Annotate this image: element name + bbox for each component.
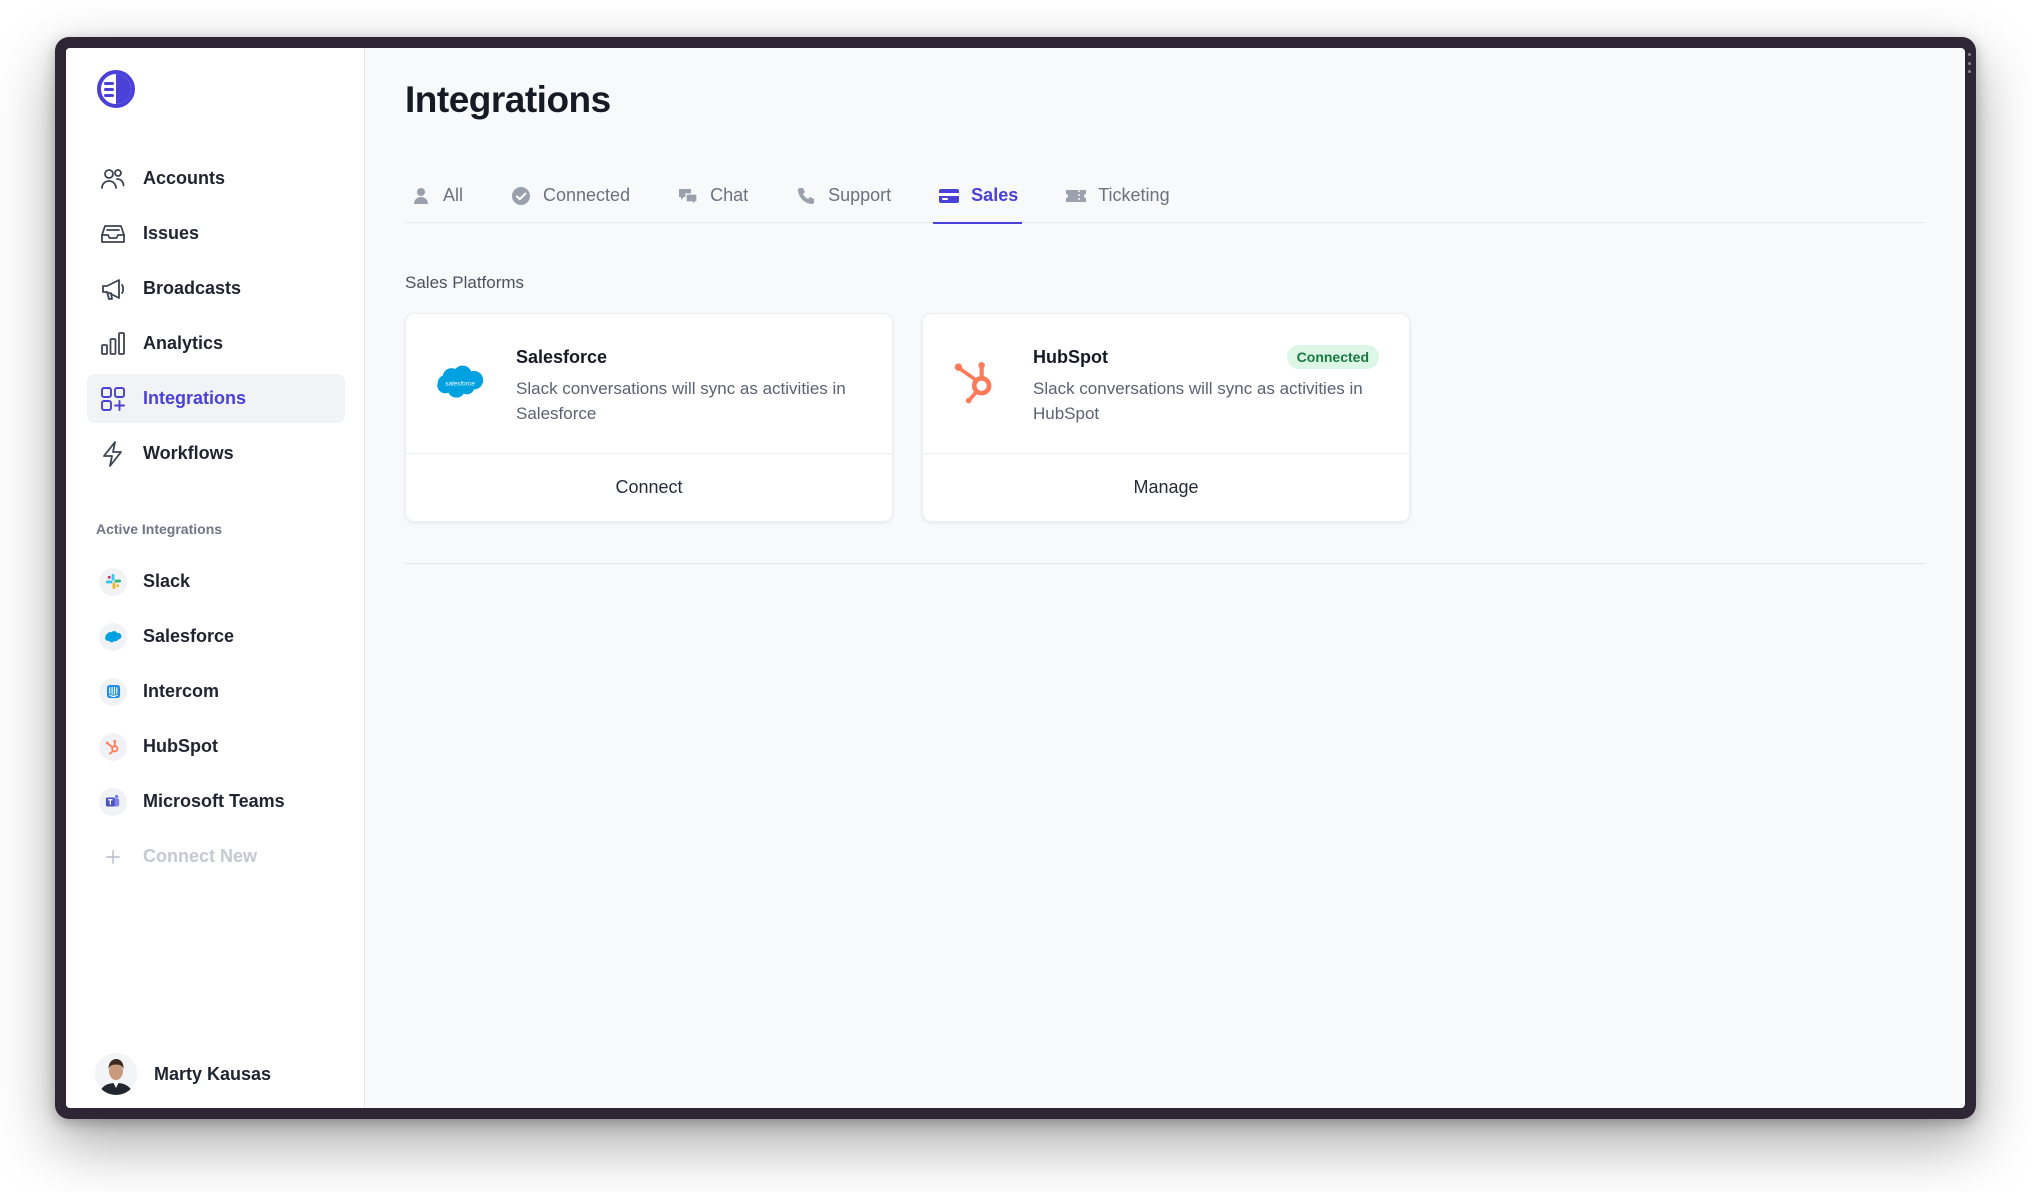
sidebar-item-label: Integrations <box>143 388 247 408</box>
user-profile[interactable]: Marty Kausas <box>95 1053 271 1095</box>
integration-label: Salesforce <box>143 626 235 646</box>
ticket-icon <box>1064 184 1088 208</box>
sidebar-item-label: Workflows <box>143 443 234 463</box>
window-resize-grip[interactable] <box>1968 53 1972 73</box>
salesforce-icon <box>99 622 127 651</box>
tab-ticketing[interactable]: Ticketing <box>1060 168 1173 223</box>
check-circle-icon <box>509 184 533 208</box>
sidebar-integration-intercom[interactable]: Intercom <box>87 664 345 719</box>
integration-label: Intercom <box>143 681 220 701</box>
active-integrations-heading: Active Integrations <box>96 521 223 537</box>
sidebar-nav: Accounts Issues Broadcasts Analytics Int… <box>87 154 345 484</box>
lightning-icon <box>99 440 127 468</box>
card-description: Slack conversations will sync as activit… <box>1033 379 1363 423</box>
sidebar-item-analytics[interactable]: Analytics <box>87 319 345 368</box>
tab-label: Sales <box>971 185 1019 205</box>
sidebar: Accounts Issues Broadcasts Analytics Int… <box>66 48 365 1108</box>
tab-chat[interactable]: Chat <box>672 168 752 223</box>
connect-button[interactable]: Connect <box>406 454 892 521</box>
svg-text:salesforce: salesforce <box>445 381 475 388</box>
sidebar-item-broadcasts[interactable]: Broadcasts <box>87 264 345 313</box>
sidebar-item-integrations[interactable]: Integrations <box>87 374 345 423</box>
page-title: Integrations <box>405 79 611 120</box>
tab-connected[interactable]: Connected <box>505 168 634 223</box>
status-badge: Connected <box>1286 345 1379 369</box>
integration-label: Slack <box>143 571 191 591</box>
salesforce-logo-icon: salesforce <box>434 356 486 408</box>
tab-label: All <box>443 185 464 205</box>
tab-sales[interactable]: Sales <box>933 168 1023 224</box>
teams-icon <box>99 787 127 816</box>
credit-card-icon <box>937 184 961 208</box>
tab-support[interactable]: Support <box>790 168 895 223</box>
user-name: Marty Kausas <box>154 1063 272 1084</box>
sidebar-integration-salesforce[interactable]: Salesforce <box>87 609 345 664</box>
intercom-icon <box>99 677 127 706</box>
person-icon <box>409 184 433 208</box>
main-content: Integrations All Connected Chat Support … <box>365 48 1965 1108</box>
sidebar-item-accounts[interactable]: Accounts <box>87 154 345 203</box>
card-title: Salesforce <box>516 347 608 367</box>
grid-plus-icon <box>99 385 127 413</box>
inbox-icon <box>99 220 127 248</box>
tab-label: Chat <box>710 185 749 205</box>
bar-chart-icon <box>99 330 127 358</box>
app-window: Accounts Issues Broadcasts Analytics Int… <box>55 37 1976 1119</box>
plus-icon <box>99 843 127 871</box>
sidebar-item-label: Issues <box>143 223 200 243</box>
sidebar-integration-slack[interactable]: Slack <box>87 554 345 609</box>
card-body: HubSpot Connected Slack conversations wi… <box>923 314 1409 454</box>
users-icon <box>99 165 127 193</box>
tab-bar: All Connected Chat Support Sales Ticketi… <box>405 168 1925 224</box>
card-description: Slack conversations will sync as activit… <box>516 379 846 423</box>
integration-cards: salesforce Salesforce Slack conversation… <box>405 313 1439 522</box>
integration-label: Microsoft Teams <box>143 791 285 811</box>
sidebar-item-workflows[interactable]: Workflows <box>87 429 345 478</box>
tab-label: Connected <box>543 185 631 205</box>
connect-new-button[interactable]: Connect New <box>87 829 345 884</box>
logo-icon[interactable] <box>95 68 137 110</box>
connect-new-label: Connect New <box>143 846 258 866</box>
card-body: salesforce Salesforce Slack conversation… <box>406 314 892 454</box>
sidebar-item-label: Analytics <box>143 333 224 353</box>
sidebar-integration-hubspot[interactable]: HubSpot <box>87 719 345 774</box>
phone-icon <box>794 184 818 208</box>
sidebar-item-issues[interactable]: Issues <box>87 209 345 258</box>
card-title: HubSpot <box>1033 347 1108 367</box>
section-divider <box>405 563 1925 564</box>
active-integrations-list: Slack Salesforce Intercom HubSpot Micros… <box>87 554 345 884</box>
tab-label: Ticketing <box>1098 185 1170 205</box>
sidebar-item-label: Broadcasts <box>143 278 242 298</box>
tab-label: Support <box>828 185 892 205</box>
manage-button[interactable]: Manage <box>923 454 1409 521</box>
chat-bubbles-icon <box>676 184 700 208</box>
megaphone-icon <box>99 275 127 303</box>
integration-card-salesforce: salesforce Salesforce Slack conversation… <box>405 313 893 522</box>
avatar <box>95 1053 137 1095</box>
integration-label: HubSpot <box>143 736 218 756</box>
sidebar-integration-microsoft-teams[interactable]: Microsoft Teams <box>87 774 345 829</box>
hubspot-icon <box>99 732 127 761</box>
integration-card-hubspot: HubSpot Connected Slack conversations wi… <box>922 313 1410 522</box>
hubspot-logo-icon <box>951 356 1003 408</box>
section-heading: Sales Platforms <box>405 273 525 292</box>
tab-all[interactable]: All <box>405 168 467 223</box>
slack-icon <box>99 567 127 596</box>
app-root: Accounts Issues Broadcasts Analytics Int… <box>66 48 1965 1108</box>
sidebar-item-label: Accounts <box>143 168 226 188</box>
